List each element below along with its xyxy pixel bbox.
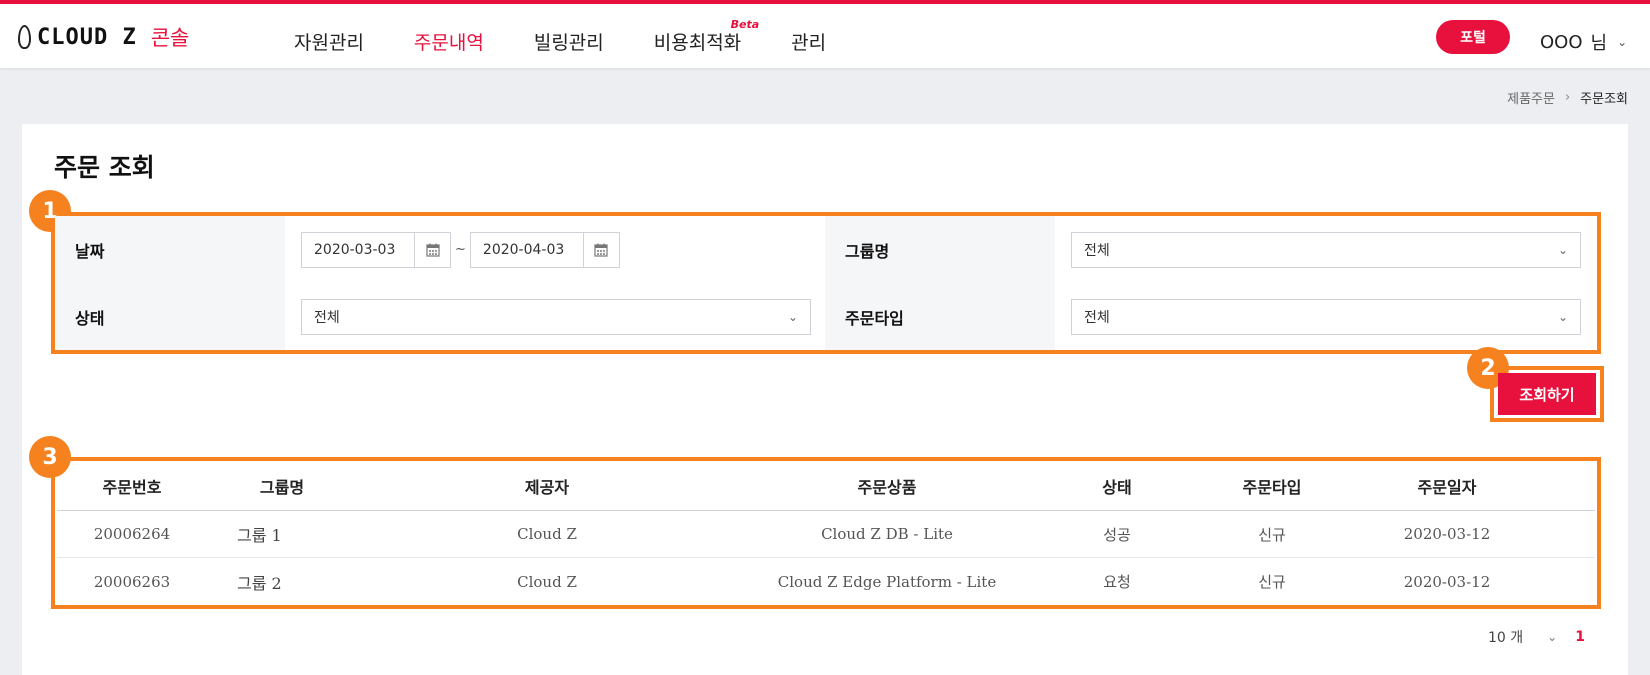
logo-text: CLOUD Z <box>37 24 137 50</box>
table-header-row: 주문번호 그룹명 제공자 주문상품 상태 주문타입 주문일자 <box>57 462 1595 511</box>
cell-provider: Cloud Z <box>517 572 577 591</box>
cell-status: 요청 <box>1103 573 1131 591</box>
nav-item-cost-optimization-label: 비용최적화 <box>653 32 742 54</box>
nav-item-resources[interactable]: 자원관리 <box>294 28 364 55</box>
nav-item-cost-optimization[interactable]: 비용최적화 Beta <box>653 18 759 55</box>
nav-item-orders[interactable]: 주문내역 <box>414 28 484 55</box>
orders-table: 주문번호 그룹명 제공자 주문상품 상태 주문타입 주문일자 20006264 … <box>57 462 1595 605</box>
order-type-select[interactable]: 전체 ⌄ <box>1071 298 1581 335</box>
beta-badge: Beta <box>730 18 760 31</box>
cell-provider: Cloud Z <box>517 525 577 543</box>
order-type-cell: 전체 ⌄ <box>1055 283 1597 350</box>
cell-order-no: 20006264 <box>93 525 171 543</box>
page-number-current[interactable]: 1 <box>1575 629 1585 645</box>
calendar-icon[interactable] <box>414 232 450 267</box>
pagination: 10 개 ⌄ 1 <box>1488 627 1585 647</box>
status-select-value: 전체 <box>314 309 340 326</box>
order-type-label: 주문타입 <box>825 283 1055 350</box>
cell-order-date: 2020-03-12 <box>1403 525 1491 543</box>
nav-item-billing[interactable]: 빌링관리 <box>534 28 604 55</box>
search-button[interactable]: 조회하기 <box>1498 373 1596 415</box>
breadcrumb-parent[interactable]: 제품주문 <box>1507 88 1555 107</box>
group-cell: 전체 ⌄ <box>1055 216 1597 283</box>
main-nav: 자원관리 주문내역 빌링관리 비용최적화 Beta 관리 <box>294 18 876 55</box>
column-header-order-no: 주문번호 <box>102 478 162 497</box>
cell-status: 성공 <box>1103 525 1131 544</box>
status-select[interactable]: 전체 ⌄ <box>301 298 811 335</box>
cell-group: 그룹 2 <box>237 573 282 593</box>
chevron-right-icon: › <box>1564 90 1571 105</box>
date-range: 2020-03-03 ~ 2020-04-03 <box>285 216 825 283</box>
chevron-down-icon: ⌄ <box>1557 242 1568 257</box>
breadcrumb-current: 주문조회 <box>1580 92 1628 107</box>
header: CLOUD Z 콘솔 자원관리 주문내역 빌링관리 비용최적화 Beta 관리 … <box>0 4 1650 68</box>
table-row[interactable]: 20006263 그룹 2 Cloud Z Cloud Z Edge Platf… <box>57 558 1595 605</box>
user-name: OOO <box>1540 31 1583 53</box>
chevron-down-icon[interactable]: ⌄ <box>1547 630 1557 644</box>
breadcrumb: 제품주문 › 주문조회 <box>1507 88 1628 107</box>
column-header-order-type: 주문타입 <box>1242 478 1302 497</box>
group-select-value: 전체 <box>1084 242 1110 259</box>
date-separator: ~ <box>455 242 466 257</box>
status-cell: 전체 ⌄ <box>285 283 825 350</box>
chevron-down-icon: ⌄ <box>787 309 798 324</box>
cell-order-type: 신규 <box>1258 525 1286 544</box>
chevron-down-icon: ⌄ <box>1617 35 1628 49</box>
order-type-select-value: 전체 <box>1084 309 1110 326</box>
calendar-icon[interactable] <box>582 232 619 267</box>
column-header-order-date: 주문일자 <box>1417 478 1477 497</box>
date-to-field[interactable]: 2020-04-03 <box>469 231 620 268</box>
cell-order-no: 20006263 <box>93 572 171 591</box>
date-from-field[interactable]: 2020-03-03 <box>301 231 451 268</box>
group-select[interactable]: 전체 ⌄ <box>1071 231 1581 268</box>
cell-product: Cloud Z DB - Lite <box>821 525 953 543</box>
cell-product: Cloud Z Edge Platform - Lite <box>777 572 997 591</box>
user-suffix: 님 <box>1590 33 1608 54</box>
column-header-provider: 제공자 <box>524 478 570 497</box>
column-header-group: 그룹명 <box>259 478 305 497</box>
date-from-value: 2020-03-03 <box>314 241 396 258</box>
logo-console-label: 콘솔 <box>150 26 190 50</box>
filter-form: 날짜 2020-03-03 ~ 2020-04-03 그룹명 전체 ⌄ 상태 전… <box>55 216 1597 350</box>
logo[interactable]: CLOUD Z 콘솔 <box>18 22 189 52</box>
cell-order-date: 2020-03-12 <box>1403 572 1491 591</box>
page-title: 주문 조회 <box>54 153 155 182</box>
cell-group: 그룹 1 <box>237 526 282 545</box>
column-header-product: 주문상품 <box>857 478 917 497</box>
date-to-value: 2020-04-03 <box>482 241 565 258</box>
table-row[interactable]: 20006264 그룹 1 Cloud Z Cloud Z DB - Lite … <box>57 511 1595 558</box>
nav-item-management[interactable]: 관리 <box>791 28 826 55</box>
portal-button[interactable]: 포털 <box>1436 20 1510 54</box>
page-size-select[interactable]: 10 개 <box>1488 627 1523 647</box>
date-label: 날짜 <box>55 216 285 283</box>
status-label: 상태 <box>55 283 285 350</box>
cloud-drop-icon <box>18 25 31 49</box>
chevron-down-icon: ⌄ <box>1557 309 1568 324</box>
cell-order-type: 신규 <box>1258 573 1286 591</box>
column-header-status: 상태 <box>1102 478 1132 497</box>
group-label: 그룹명 <box>825 216 1055 283</box>
user-menu[interactable]: OOO 님 ⌄ <box>1540 29 1627 55</box>
